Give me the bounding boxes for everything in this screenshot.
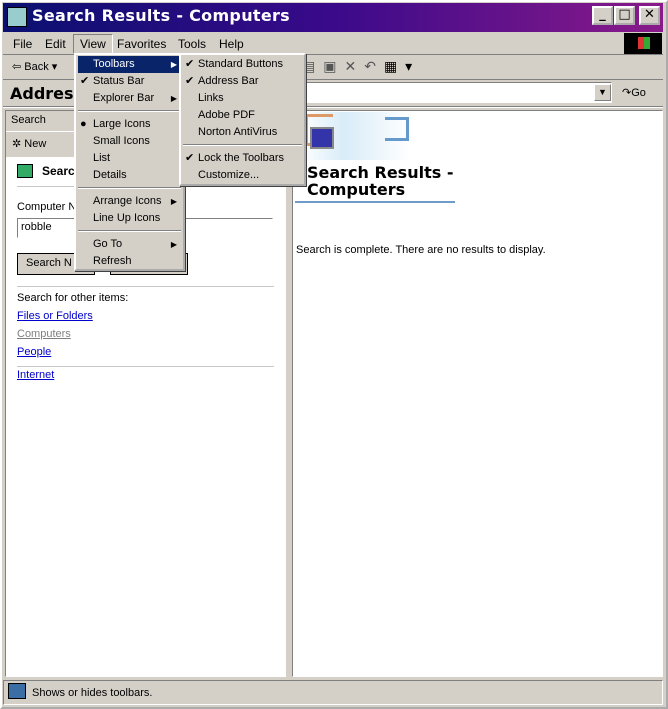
search-pane-header: Search bbox=[11, 114, 46, 126]
minimize-button[interactable]: _ bbox=[592, 6, 613, 25]
undo-icon[interactable]: ↶ bbox=[364, 58, 384, 74]
address-dropdown-button[interactable]: ▼ bbox=[594, 84, 611, 101]
close-button[interactable]: ✕ bbox=[639, 6, 660, 25]
menu-item-details[interactable]: Details bbox=[78, 167, 181, 184]
results-message: Search is complete. There are no results… bbox=[296, 244, 546, 256]
results-heading: Search Results - Computers bbox=[307, 163, 454, 199]
computer-icon bbox=[17, 164, 33, 178]
go-arrow-icon: ↷ bbox=[622, 87, 632, 99]
computer-name-label: Computer N bbox=[17, 201, 77, 213]
menu-tools[interactable]: Tools bbox=[178, 37, 206, 51]
search-pane-title: Searc bbox=[42, 164, 75, 178]
menu-item-customize[interactable]: Customize... bbox=[183, 167, 302, 184]
check-icon: ✔ bbox=[185, 58, 195, 70]
radio-bullet-icon: ● bbox=[80, 118, 87, 130]
new-label: New bbox=[24, 138, 47, 150]
go-label: Go bbox=[631, 87, 646, 99]
menu-item-small-icons[interactable]: Small Icons bbox=[78, 133, 181, 150]
menu-item-adobe-pdf[interactable]: Adobe PDF bbox=[183, 107, 302, 124]
submenu-arrow-icon: ▶ bbox=[170, 197, 177, 206]
menu-item-arrange-icons[interactable]: Arrange Icons ▶ bbox=[78, 193, 181, 210]
back-label: Back bbox=[24, 61, 49, 73]
search-banner-image bbox=[300, 112, 410, 160]
menu-item-standard-buttons[interactable]: ✔ Standard Buttons bbox=[183, 56, 302, 73]
menu-item-norton-antivirus[interactable]: Norton AntiVirus bbox=[183, 124, 302, 141]
toolbar-icons: ▤▣✕↶▦▾ bbox=[302, 58, 420, 75]
menu-item-address-bar[interactable]: ✔ Address Bar bbox=[183, 73, 302, 90]
link-files-folders[interactable]: Files or Folders bbox=[17, 310, 93, 322]
menu-item-explorer-bar[interactable]: Explorer Bar ▶ bbox=[78, 90, 181, 107]
menu-item-lock-toolbars[interactable]: ✔ Lock the Toolbars bbox=[183, 150, 302, 167]
menu-help[interactable]: Help bbox=[219, 37, 244, 51]
menu-file[interactable]: File bbox=[13, 37, 32, 51]
other-items-label: Search for other items: bbox=[17, 292, 129, 304]
check-icon: ✔ bbox=[185, 152, 195, 164]
menu-view[interactable]: View bbox=[73, 34, 113, 54]
computer-status-icon bbox=[8, 683, 26, 699]
window-title: Search Results - Computers bbox=[32, 6, 290, 25]
menu-item-line-up-icons[interactable]: Line Up Icons bbox=[78, 210, 181, 227]
magnifier-computer-icon bbox=[310, 127, 334, 149]
search-computer-icon bbox=[7, 7, 27, 27]
menu-item-refresh[interactable]: Refresh bbox=[78, 253, 181, 270]
back-arrow-icon: ⇦ bbox=[12, 61, 22, 73]
view-menu: Toolbars ▶ ✔ Status Bar Explorer Bar ▶ ● Lar… bbox=[74, 53, 185, 271]
toolbars-submenu: ✔ Standard Buttons ✔ Address Bar Links Ado… bbox=[179, 53, 306, 186]
menu-item-list[interactable]: List bbox=[78, 150, 181, 167]
menu-item-status-bar[interactable]: ✔ Status Bar bbox=[78, 73, 181, 90]
menu-favorites[interactable]: Favorites bbox=[117, 37, 166, 51]
menu-item-large-icons[interactable]: ● Large Icons bbox=[78, 116, 181, 133]
submenu-arrow-icon: ▶ bbox=[170, 240, 177, 249]
back-button[interactable]: ⇦ Back ▾ bbox=[12, 60, 57, 73]
menu-edit[interactable]: Edit bbox=[45, 37, 66, 51]
submenu-arrow-icon: ▶ bbox=[170, 94, 177, 103]
menu-item-links[interactable]: Links bbox=[183, 90, 302, 107]
status-text: Shows or hides toolbars. bbox=[32, 687, 153, 699]
new-search-button[interactable]: ✲ New bbox=[12, 137, 46, 150]
check-icon: ✔ bbox=[185, 75, 195, 87]
views-icon[interactable]: ▦▾ bbox=[384, 58, 420, 74]
submenu-arrow-icon: ▶ bbox=[170, 60, 177, 69]
new-search-icon: ✲ bbox=[12, 138, 22, 150]
link-computers[interactable]: Computers bbox=[17, 328, 71, 340]
maximize-button[interactable]: □ bbox=[614, 6, 635, 25]
address-label: Address bbox=[10, 84, 84, 103]
check-icon: ✔ bbox=[80, 75, 90, 87]
windows-logo bbox=[624, 33, 662, 54]
copy-to-icon[interactable]: ▣ bbox=[323, 58, 344, 74]
link-people[interactable]: People bbox=[17, 346, 51, 358]
menu-item-toolbars[interactable]: Toolbars ▶ bbox=[78, 56, 181, 73]
delete-icon[interactable]: ✕ bbox=[344, 58, 364, 74]
go-button[interactable]: ↷Go bbox=[622, 86, 646, 99]
link-internet[interactable]: Internet bbox=[17, 369, 54, 381]
menu-item-go-to[interactable]: Go To ▶ bbox=[78, 236, 181, 253]
